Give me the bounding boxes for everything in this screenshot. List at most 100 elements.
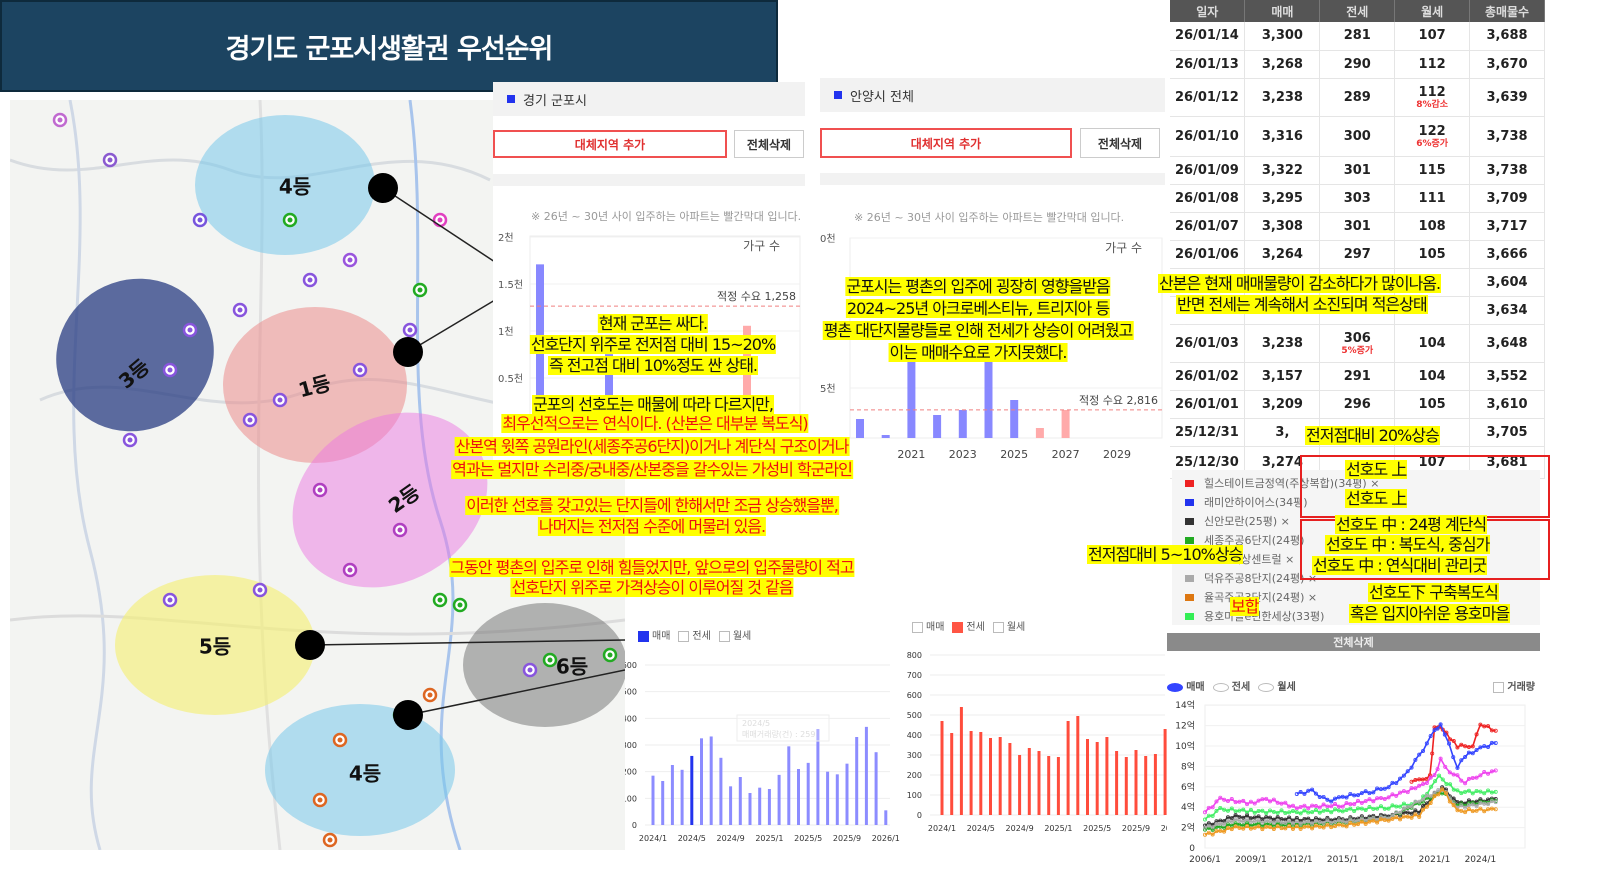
legend-checkbox-2[interactable]: 월세 bbox=[718, 627, 751, 642]
color-swatch-icon bbox=[1185, 517, 1194, 525]
table-row: 26/01/07 3,308 301 108 3,717 bbox=[1170, 212, 1545, 241]
column-header[interactable]: 일자 bbox=[1170, 0, 1246, 22]
x-tick-label: 2024/1 bbox=[1465, 855, 1497, 865]
panel-title: 경기 군포시 bbox=[523, 93, 587, 109]
cell-value: 3,552 bbox=[1486, 368, 1528, 384]
cell-date: 26/01/01 bbox=[1170, 390, 1246, 419]
bar bbox=[864, 726, 868, 825]
column-header[interactable]: 전세 bbox=[1319, 0, 1396, 22]
apartment-marker-dot bbox=[317, 487, 323, 493]
table-row: 26/01/12 3,238 289 112 8%감소 3,639 bbox=[1170, 78, 1545, 117]
cell-value: 301 bbox=[1343, 218, 1371, 234]
radio-monthly[interactable]: 월세 bbox=[1258, 678, 1296, 693]
color-swatch-icon bbox=[1185, 593, 1194, 601]
cell-total: 3,610 bbox=[1469, 390, 1545, 419]
change-note: 6%증가 bbox=[1416, 138, 1449, 149]
page-title-banner: 경기도 군포시생활권 우선순위 bbox=[0, 0, 778, 92]
annotation-text: 전저점대비 20%상승 bbox=[1305, 426, 1440, 445]
x-tick-label: 2006/1 bbox=[1189, 855, 1221, 865]
annotation-text: 선호단지 위주로 가격상승이 이루어질 것 같음 bbox=[510, 578, 794, 597]
legend-checkbox-0[interactable]: 매매 bbox=[912, 618, 944, 633]
cell-value: 26/01/07 bbox=[1175, 218, 1239, 234]
add-region-button[interactable]: 대체지역 추가 bbox=[820, 128, 1072, 158]
zone-label: 6등 bbox=[556, 655, 588, 679]
delete-all-button[interactable]: 전체삭제 bbox=[734, 130, 804, 158]
cell-value: 104 bbox=[1418, 368, 1446, 384]
complex-legend-item[interactable]: 신안모란(25평) × bbox=[1185, 513, 1290, 529]
cell-value: 3,670 bbox=[1486, 56, 1528, 72]
cell-value: 112 bbox=[1418, 84, 1446, 100]
cell-value: 3,274 bbox=[1261, 454, 1303, 470]
bar bbox=[950, 733, 954, 815]
annotation-text: 선호단지 위주로 전저점 대비 15~20% bbox=[529, 335, 776, 354]
bar bbox=[1076, 716, 1080, 815]
bar bbox=[1061, 410, 1070, 438]
legend-checkbox-0[interactable]: 매매 bbox=[638, 627, 670, 642]
bar bbox=[1115, 751, 1119, 815]
jeonse-volume-chart: 0 100 200 300 400 500 600 700 800 2024/1 2024/5 202… bbox=[907, 651, 1167, 833]
annotation-text: 산본역 윗쪽 공원라인(세종주공6단지)이거나 계단식 구조이거나 bbox=[454, 437, 850, 456]
cell-date: 26/01/08 bbox=[1170, 184, 1246, 213]
tooltip-text: 매매거래량(건) : 259 bbox=[742, 729, 815, 739]
cell-value: 3,688 bbox=[1486, 28, 1528, 44]
table-row: 26/01/03 3,238 306 5%증가 104 3,648 bbox=[1170, 324, 1545, 363]
cell-value: 105 bbox=[1418, 246, 1446, 262]
cell-jeonse: 290 bbox=[1319, 50, 1396, 79]
delete-all-bar-button[interactable]: 전체삭제 bbox=[1167, 633, 1540, 651]
bar bbox=[845, 763, 849, 825]
radio-icon bbox=[1258, 682, 1275, 692]
cell-monthly: 104 bbox=[1394, 324, 1471, 363]
bar bbox=[998, 737, 1002, 815]
cell-value: 289 bbox=[1343, 89, 1371, 105]
legend-checkbox-1[interactable]: 전세 bbox=[678, 627, 711, 642]
bar bbox=[940, 721, 944, 815]
cell-total: 3,639 bbox=[1469, 78, 1545, 117]
x-tick-label: 2015/1 bbox=[1327, 855, 1359, 865]
add-region-button[interactable]: 대체지역 추가 bbox=[493, 130, 727, 158]
column-header[interactable]: 매매 bbox=[1244, 0, 1321, 22]
y-tick-label: 200 bbox=[907, 771, 922, 780]
bar bbox=[1047, 756, 1051, 815]
annotation-text: 군포시는 평촌의 입주에 굉장히 영향을받음 bbox=[845, 277, 1111, 296]
cell-monthly: 108 bbox=[1394, 212, 1471, 241]
volume-checkbox[interactable]: 거래량 bbox=[1493, 678, 1535, 693]
apartment-marker-dot bbox=[247, 417, 253, 423]
cell-value: 306 bbox=[1343, 330, 1371, 346]
x-tick-label: 2012/1 bbox=[1281, 855, 1313, 865]
annotation-text: 그동안 평촌의 입주로 인해 힘들었지만, 앞으로의 입주물량이 적고 bbox=[449, 558, 855, 577]
y-tick-label: 100 bbox=[907, 791, 922, 800]
square-icon bbox=[507, 95, 515, 103]
pointer-dot bbox=[295, 630, 325, 660]
checkbox-label: 거래량 bbox=[1507, 682, 1535, 693]
annotation-text: 반면 전세는 계속해서 소진되며 적은상태 bbox=[1176, 295, 1428, 314]
reference-label: 적정 수요 2,816 bbox=[1079, 394, 1158, 407]
y-tick-label: 1천 bbox=[498, 326, 514, 338]
apartment-marker-dot bbox=[317, 797, 323, 803]
cell-value: 104 bbox=[1418, 335, 1446, 351]
cell-value: 3,666 bbox=[1486, 246, 1528, 262]
y-tick-label: 10억 bbox=[1175, 740, 1195, 752]
radio-sale[interactable]: 매매 bbox=[1167, 678, 1205, 693]
color-swatch-icon bbox=[1185, 574, 1194, 582]
legend-checkbox-1[interactable]: 전세 bbox=[952, 618, 985, 633]
annotation-text: 역과는 멀지만 수리중/궁내중/산본중을 갈수있는 가성비 학군라인 bbox=[451, 460, 853, 479]
column-header[interactable]: 월세 bbox=[1394, 0, 1471, 22]
column-header[interactable]: 총매물수 bbox=[1469, 0, 1545, 22]
cell-value: 3,738 bbox=[1486, 162, 1528, 178]
cell-total: 3,604 bbox=[1469, 268, 1545, 297]
y-tick-label: 300 bbox=[625, 741, 637, 750]
y-tick-label: 800 bbox=[907, 651, 922, 660]
legend-checkbox-2[interactable]: 월세 bbox=[992, 618, 1025, 633]
complex-legend-item[interactable]: 덕유주공8단지(24평) × bbox=[1185, 570, 1317, 586]
y-tick-label: 500 bbox=[907, 711, 922, 720]
y-tick-label: 8억 bbox=[1181, 760, 1195, 772]
apartment-marker-dot bbox=[237, 307, 243, 313]
checkbox-icon bbox=[1493, 681, 1505, 693]
complex-legend-item[interactable]: 래미안하이어스(34평) bbox=[1185, 494, 1308, 510]
x-tick-label: 2026/1 bbox=[872, 834, 900, 843]
x-tick-label: 2025 bbox=[1000, 448, 1028, 461]
delete-all-button[interactable]: 전체삭제 bbox=[1080, 128, 1160, 158]
radio-jeonse[interactable]: 전세 bbox=[1212, 678, 1250, 693]
y-tick-label: 0 bbox=[917, 811, 922, 820]
cell-value: 3,157 bbox=[1261, 368, 1303, 384]
